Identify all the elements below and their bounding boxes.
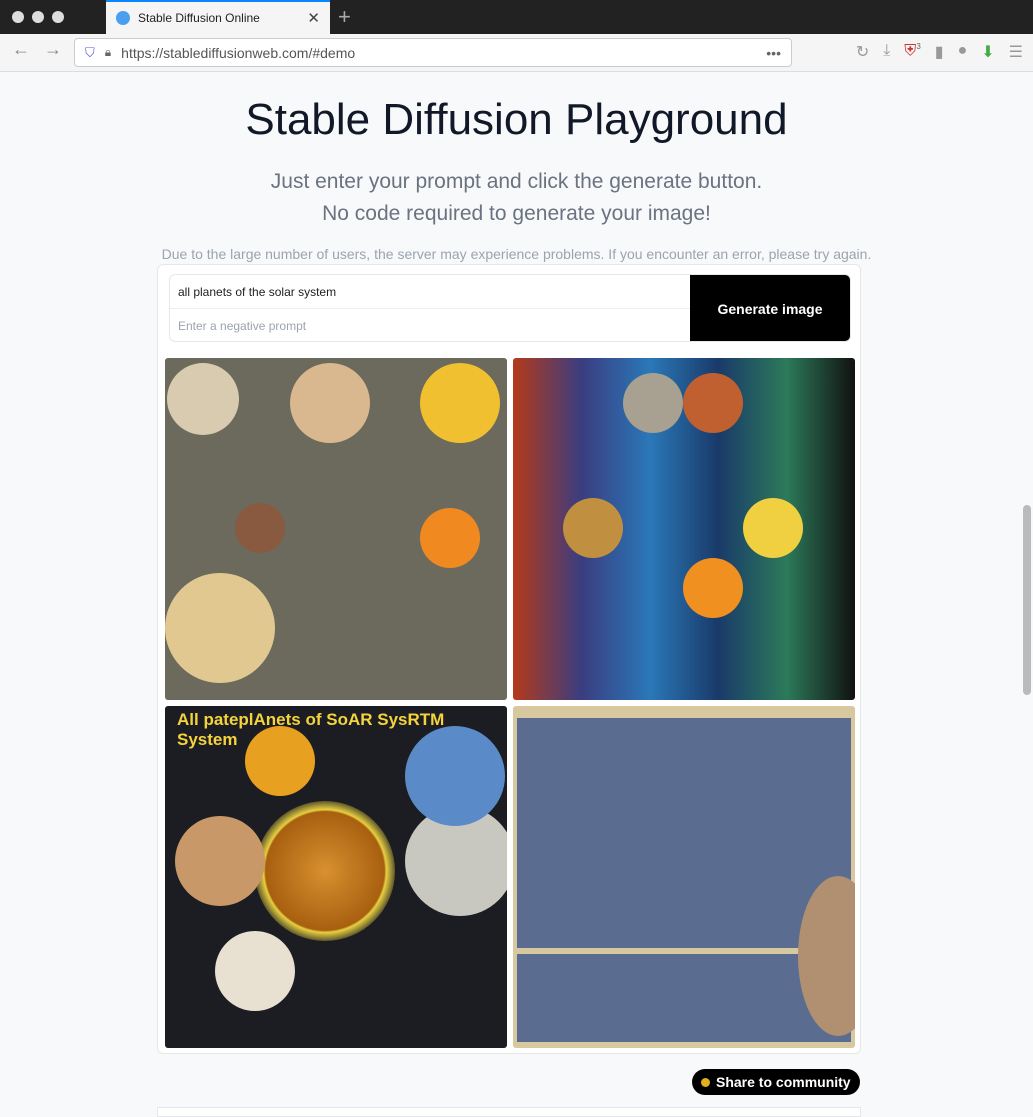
prompt-input[interactable]: all planets of the solar system bbox=[170, 275, 690, 309]
generated-image-3[interactable]: All pateplAnets of SoAR SysRTM System bbox=[165, 706, 507, 1048]
forward-icon[interactable]: → bbox=[44, 39, 62, 60]
new-tab-icon[interactable]: + bbox=[338, 4, 351, 30]
share-icon bbox=[701, 1077, 710, 1087]
reload-icon[interactable]: ↻ bbox=[856, 42, 869, 62]
lock-icon: 🔒︎ bbox=[104, 45, 112, 59]
subtitle-line-2: No code required to generate your image! bbox=[322, 202, 711, 225]
url-text: https://stablediffusionweb.com/#demo bbox=[121, 44, 356, 61]
server-notice: Due to the large number of users, the se… bbox=[161, 246, 872, 262]
close-tab-icon[interactable]: ✕ bbox=[307, 9, 320, 27]
badge: 3 bbox=[916, 42, 921, 51]
favicon-icon bbox=[116, 11, 130, 25]
scrollbar[interactable] bbox=[1023, 505, 1031, 695]
next-section bbox=[157, 1107, 861, 1117]
more-icon[interactable]: ••• bbox=[766, 45, 781, 61]
back-icon[interactable]: ← bbox=[12, 39, 30, 60]
subtitle: Just enter your prompt and click the gen… bbox=[0, 166, 1033, 230]
prompt-form: all planets of the solar system Enter a … bbox=[169, 274, 851, 342]
info-icon[interactable]: ▮ bbox=[935, 42, 944, 62]
share-to-community-button[interactable]: Share to community bbox=[692, 1069, 860, 1095]
window-controls[interactable] bbox=[12, 11, 64, 23]
extension-icon[interactable]: ● bbox=[958, 42, 968, 62]
tab-title: Stable Diffusion Online bbox=[138, 11, 260, 25]
menu-icon[interactable]: ☰ bbox=[1009, 42, 1023, 62]
generated-image-2[interactable] bbox=[513, 358, 855, 700]
nav-bar: ← → ⛉ 🔒︎ https://stablediffusionweb.com/… bbox=[0, 34, 1033, 72]
generated-image-1[interactable] bbox=[165, 358, 507, 700]
download-icon[interactable]: ⤓ bbox=[883, 42, 890, 62]
subtitle-line-1: Just enter your prompt and click the gen… bbox=[270, 170, 763, 193]
negative-prompt-input[interactable]: Enter a negative prompt bbox=[170, 309, 690, 341]
ublock-icon[interactable]: ⛨3 bbox=[904, 42, 920, 62]
address-bar[interactable]: ⛉ 🔒︎ https://stablediffusionweb.com/#dem… bbox=[74, 38, 792, 67]
share-label: Share to community bbox=[716, 1074, 851, 1090]
tab-bar: Stable Diffusion Online ✕ + bbox=[0, 0, 1033, 34]
green-download-icon[interactable]: ⬇ bbox=[981, 42, 994, 62]
browser-tab[interactable]: Stable Diffusion Online ✕ bbox=[106, 0, 330, 34]
shield-icon: ⛉ bbox=[85, 44, 95, 60]
generate-button[interactable]: Generate image bbox=[690, 275, 850, 341]
image-grid: All pateplAnets of SoAR SysRTM System bbox=[165, 358, 855, 1048]
playground-card: all planets of the solar system Enter a … bbox=[157, 264, 861, 1054]
page-title: Stable Diffusion Playground bbox=[245, 95, 788, 144]
generated-image-4[interactable] bbox=[513, 706, 855, 1048]
